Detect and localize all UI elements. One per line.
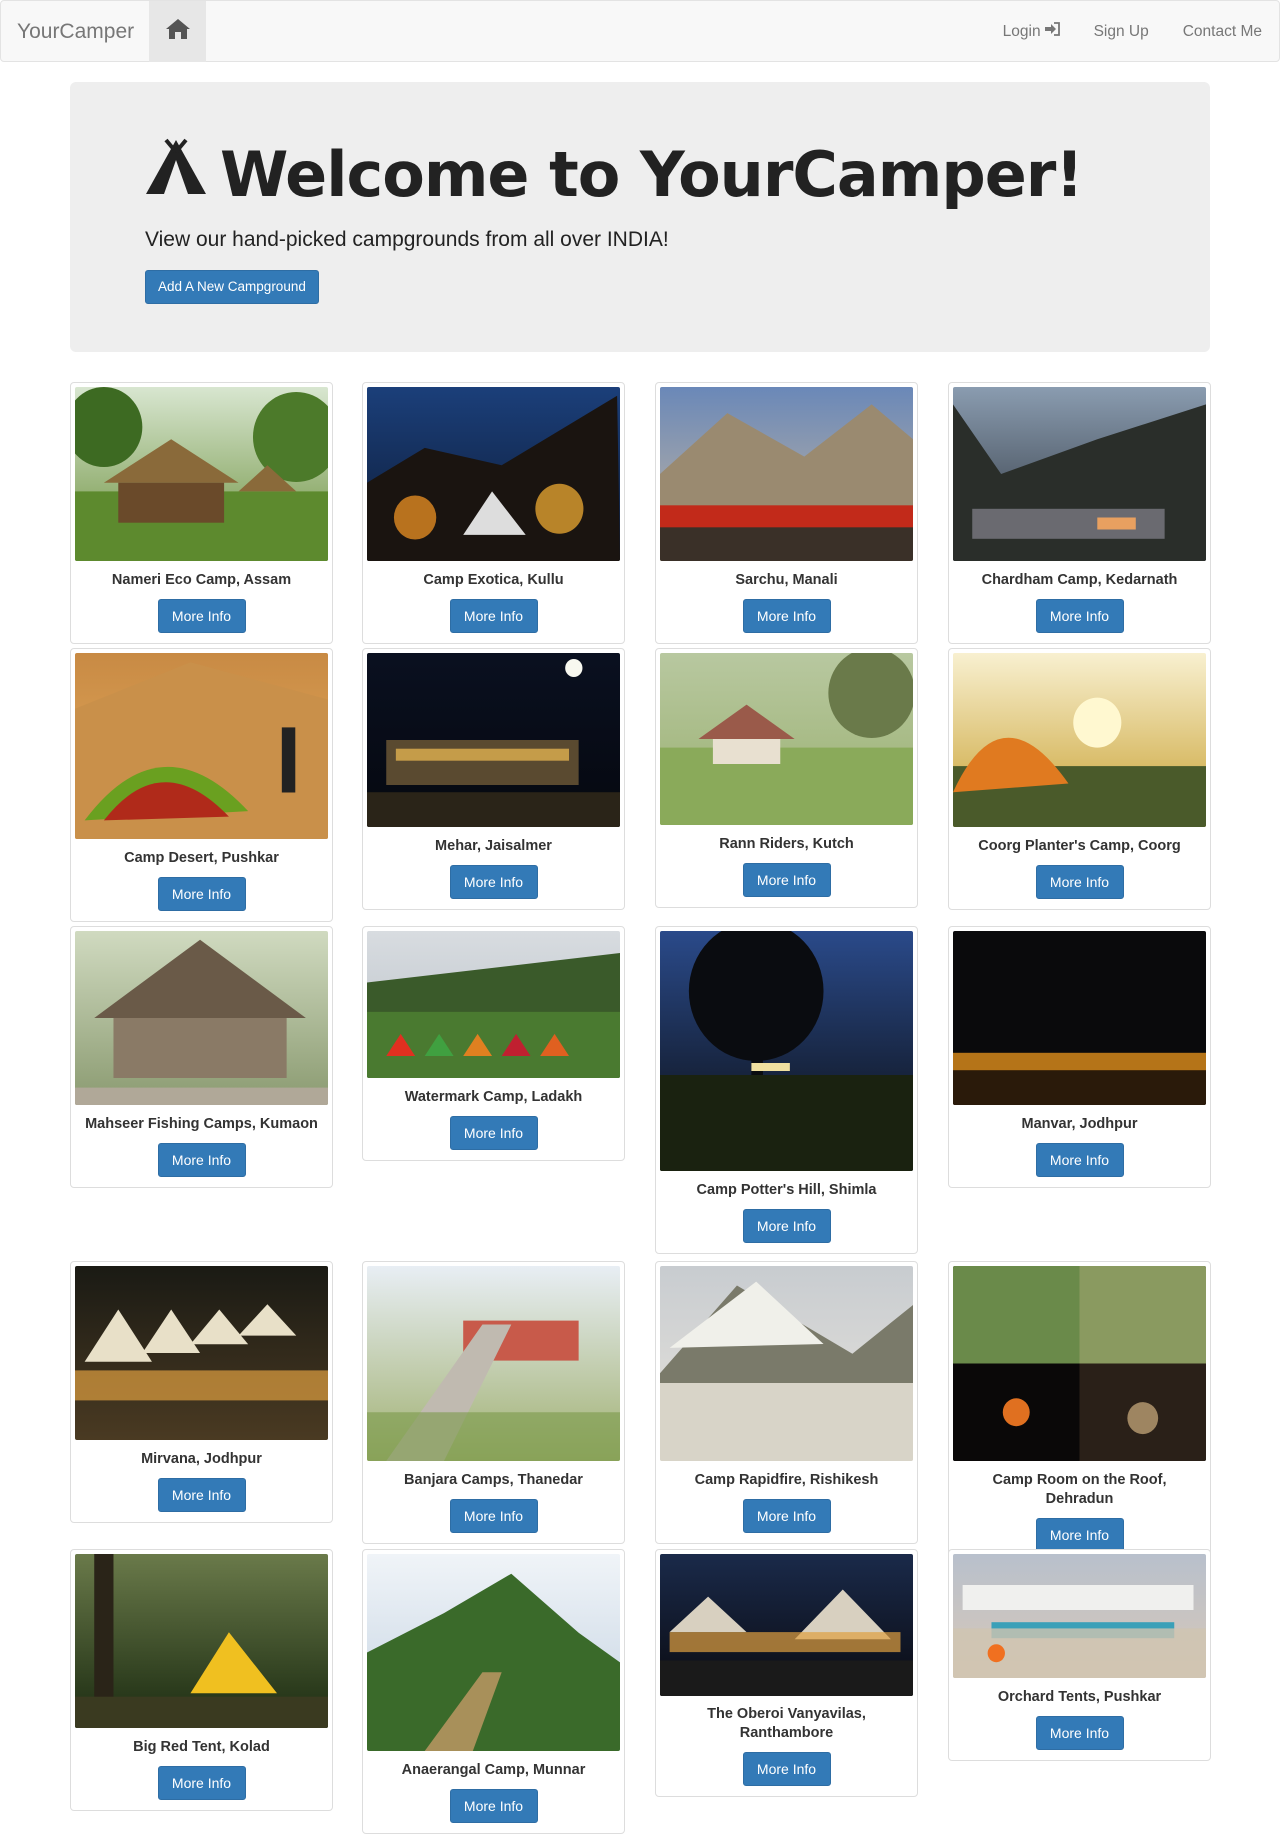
campground-card: Coorg Planter's Camp, Coorg More Info (948, 648, 1211, 910)
more-info-button[interactable]: More Info (449, 599, 538, 633)
campground-title: The Oberoi Vanyavilas, Ranthambore (707, 1706, 866, 1741)
add-campground-button[interactable]: Add A New Campground (145, 270, 319, 304)
more-info-button[interactable]: More Info (1035, 865, 1124, 899)
more-info-button[interactable]: More Info (1035, 1716, 1124, 1750)
campground-card: Mehar, Jaisalmer More Info (362, 648, 625, 910)
campground-title: Camp Desert, Pushkar (124, 850, 279, 866)
campground-image (367, 653, 620, 827)
more-info-button[interactable]: More Info (449, 1116, 538, 1150)
campground-title: Mirvana, Jodhpur (141, 1451, 262, 1467)
campground-image (367, 1266, 620, 1461)
login-link[interactable]: Login (986, 1, 1077, 63)
campground-card: Rann Riders, Kutch More Info (655, 648, 918, 908)
campground-image (953, 1554, 1206, 1678)
more-info-button[interactable]: More Info (742, 1209, 831, 1243)
home-button[interactable] (149, 1, 206, 62)
campground-card: Sarchu, Manali More Info (655, 382, 918, 644)
campground-image (367, 1554, 620, 1751)
more-info-button[interactable]: More Info (157, 599, 246, 633)
more-info-button[interactable]: More Info (742, 863, 831, 897)
campground-image (75, 387, 328, 561)
campground-title: Mahseer Fishing Camps, Kumaon (85, 1116, 318, 1132)
campground-card: Banjara Camps, Thanedar More Info (362, 1261, 625, 1544)
campground-image (75, 653, 328, 839)
campground-title: Big Red Tent, Kolad (133, 1739, 270, 1755)
more-info-button[interactable]: More Info (157, 1143, 246, 1177)
campground-image (75, 1266, 328, 1440)
campground-image (953, 931, 1206, 1105)
more-info-button[interactable]: More Info (742, 599, 831, 633)
campground-title: Chardham Camp, Kedarnath (981, 572, 1178, 588)
campground-image (367, 931, 620, 1078)
campground-title: Anaerangal Camp, Munnar (401, 1762, 586, 1778)
page-title: Welcome to YourCamper! (144, 138, 1084, 211)
brand-logo[interactable]: YourCamper (17, 1, 134, 63)
campground-card: Camp Rapidfire, Rishikesh More Info (655, 1261, 918, 1544)
more-info-button[interactable]: More Info (449, 1789, 538, 1823)
campground-card: Mirvana, Jodhpur More Info (70, 1261, 333, 1523)
campground-card: Camp Desert, Pushkar More Info (70, 648, 333, 922)
campground-title: Banjara Camps, Thanedar (404, 1472, 583, 1488)
campground-card: Nameri Eco Camp, Assam More Info (70, 382, 333, 644)
campground-title: Camp Potter's Hill, Shimla (696, 1182, 877, 1198)
campground-title: Manvar, Jodhpur (1021, 1116, 1138, 1132)
title-text: Welcome to YourCamper! (220, 138, 1084, 211)
home-icon (165, 18, 191, 45)
navbar: YourCamper Login Sign Up Contact Me (0, 0, 1280, 62)
more-info-button[interactable]: More Info (742, 1499, 831, 1533)
campground-title: Watermark Camp, Ladakh (404, 1089, 583, 1105)
campground-card: Chardham Camp, Kedarnath More Info (948, 382, 1211, 644)
campground-title: Sarchu, Manali (735, 572, 838, 588)
more-info-button[interactable]: More Info (157, 877, 246, 911)
campground-card: Camp Potter's Hill, Shimla More Info (655, 926, 918, 1254)
campground-title: Camp Room on the Roof, Dehradun (992, 1472, 1167, 1507)
campground-card: Orchard Tents, Pushkar More Info (948, 1549, 1211, 1761)
more-info-button[interactable]: More Info (742, 1752, 831, 1786)
campground-image (953, 653, 1206, 827)
more-info-button[interactable]: More Info (449, 1499, 538, 1533)
campground-card: Mahseer Fishing Camps, Kumaon More Info (70, 926, 333, 1188)
campground-card: The Oberoi Vanyavilas, Ranthambore More I… (655, 1549, 918, 1797)
signup-link[interactable]: Sign Up (1077, 1, 1166, 63)
campground-title: Rann Riders, Kutch (719, 836, 854, 852)
campground-title: Nameri Eco Camp, Assam (111, 572, 292, 588)
more-info-button[interactable]: More Info (1035, 599, 1124, 633)
campground-image (660, 931, 913, 1171)
campground-image (953, 1266, 1206, 1461)
campground-image (75, 931, 328, 1105)
more-info-button[interactable]: More Info (449, 865, 538, 899)
campground-card: Anaerangal Camp, Munnar More Info (362, 1549, 625, 1834)
more-info-button[interactable]: More Info (157, 1478, 246, 1512)
campground-title: Camp Exotica, Kullu (423, 572, 564, 588)
campground-image (660, 653, 913, 825)
campground-card: Manvar, Jodhpur More Info (948, 926, 1211, 1188)
tent-icon (144, 138, 208, 211)
campground-image (660, 387, 913, 561)
campground-card: Watermark Camp, Ladakh More Info (362, 926, 625, 1161)
campground-title: Camp Rapidfire, Rishikesh (694, 1472, 879, 1488)
campground-image (660, 1266, 913, 1461)
campground-image (660, 1554, 913, 1696)
campground-title: Mehar, Jaisalmer (435, 838, 552, 854)
campground-card: Camp Exotica, Kullu More Info (362, 382, 625, 644)
campground-image (953, 387, 1206, 561)
campground-image (367, 387, 620, 561)
login-label: Login (1002, 23, 1041, 40)
sign-in-icon (1044, 1, 1060, 63)
more-info-button[interactable]: More Info (1035, 1518, 1124, 1552)
contact-link[interactable]: Contact Me (1166, 1, 1279, 63)
campground-title: Orchard Tents, Pushkar (997, 1689, 1162, 1705)
page-subtitle: View our hand-picked campgrounds from al… (145, 228, 669, 251)
jumbotron: Welcome to YourCamper! View our hand-pic… (70, 82, 1210, 352)
campground-image (75, 1554, 328, 1728)
campground-title: Coorg Planter's Camp, Coorg (978, 838, 1181, 854)
more-info-button[interactable]: More Info (157, 1766, 246, 1800)
campground-card: Big Red Tent, Kolad More Info (70, 1549, 333, 1811)
campground-card: Camp Room on the Roof, Dehradun More Info (948, 1261, 1211, 1563)
more-info-button[interactable]: More Info (1035, 1143, 1124, 1177)
